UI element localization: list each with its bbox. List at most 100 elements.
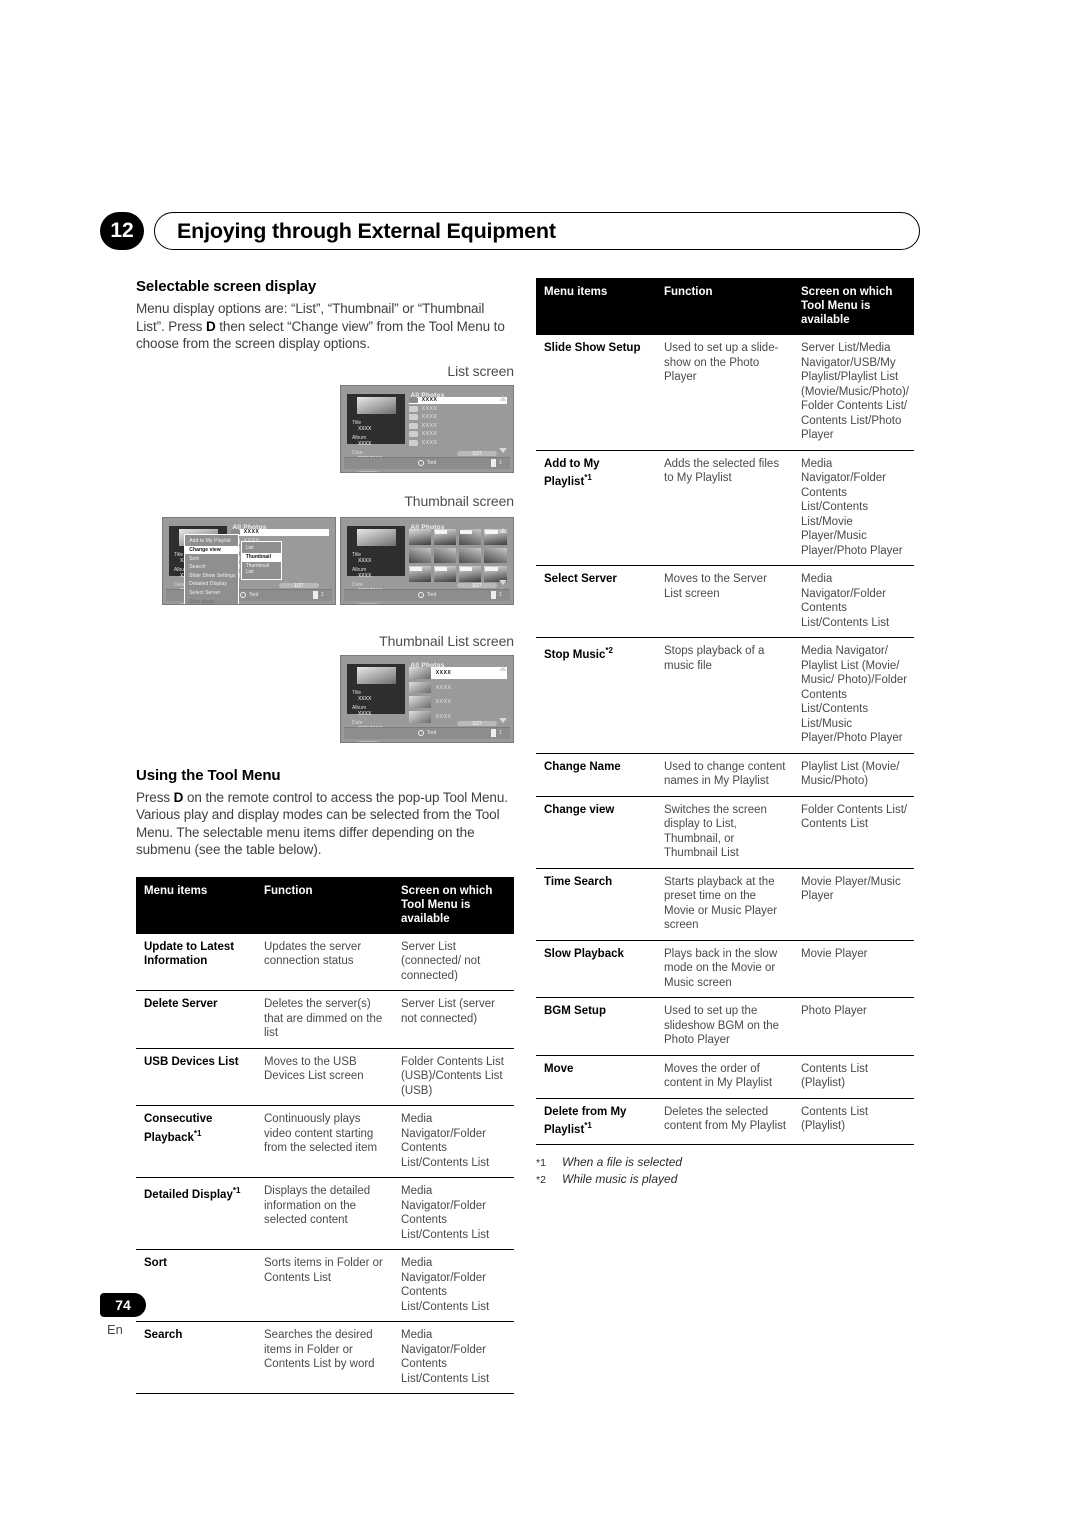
column-header-screen: Screen on which Tool Menu is available	[793, 278, 914, 335]
table-row: BGM Setup Used to set up the slideshow B…	[536, 997, 914, 1056]
column-header-function: Function	[256, 876, 393, 934]
thumbnail-screen-figure: Thumbnail screen All Photos Title XXXX A…	[136, 493, 514, 621]
mockup-info-panel-list: Title XXXX Album XXXX Date 2008/11/19 Se…	[347, 394, 406, 472]
list-screen-mockup: All Photos Title XXXX Album XXXX Date 20…	[340, 384, 514, 473]
mockup-thumbnail-grid	[408, 529, 507, 583]
meta-value-album: XXXX	[357, 441, 372, 448]
thumbnail-list-row-label: XXXX	[435, 670, 452, 677]
cell-menu-item: Slow Playback	[536, 940, 656, 998]
section-heading-using-the-tool-menu: Using the Tool Menu	[136, 766, 281, 784]
mockup-page-count: 1	[490, 459, 502, 468]
tool-menu-item-slide-show-settings[interactable]: Slide Show Settings	[185, 571, 238, 580]
cell-function: Plays back in the slow mode on the Movie…	[656, 940, 793, 998]
cell-screen: Contents List (Playlist)	[793, 1055, 914, 1099]
table-row: Update to Latest Information Updates the…	[136, 933, 514, 991]
thumbnail-caption-box	[460, 567, 473, 571]
scroll-down-arrow-icon	[498, 579, 507, 585]
cell-menu-item: Stop Music*2	[536, 637, 656, 754]
footnote-1-marker: *1	[536, 1157, 546, 1170]
mockup-page-count: 1	[490, 729, 502, 738]
folder-icon	[408, 431, 418, 438]
scroll-up-arrow-icon	[498, 665, 507, 671]
table-row: Select Server Moves to the Server List s…	[536, 565, 914, 638]
change-view-submenu[interactable]: List Thumbnail Thumbnail List	[240, 540, 283, 580]
mockup-tool-label: Tool	[426, 460, 437, 467]
mockup-page-indicator: 1/27	[456, 451, 497, 457]
mockup-tool-button: Tool	[417, 730, 437, 737]
column-header-function: Function	[656, 278, 793, 335]
tool-menu-item-change-view[interactable]: Change view	[185, 545, 239, 555]
table-header-row: Menu items Function Screen on which Tool…	[536, 278, 914, 335]
thumbnail-cell	[459, 547, 482, 564]
cell-menu-item: Change Name	[536, 753, 656, 797]
mockup-preview-thumbnail	[356, 529, 397, 547]
section-paragraph-using-the-tool-menu: Press D on the remote control to access …	[136, 789, 514, 859]
thumbnail-image	[408, 547, 431, 564]
folder-icon	[408, 414, 418, 421]
footnote-2-marker: *2	[536, 1174, 546, 1187]
cell-menu-item: Delete Server	[136, 990, 256, 1049]
folder-icon	[408, 439, 418, 446]
thumbnail-caption-box	[485, 530, 498, 534]
tool-button-icon	[417, 730, 424, 737]
left-column: Selectable screen display Menu display o…	[136, 278, 514, 1394]
thumbnail-cell	[484, 547, 507, 564]
tool-menu-table-left: Menu items Function Screen on which Tool…	[136, 876, 514, 1394]
mockup-tool-label: Tool	[426, 730, 437, 737]
cell-screen: Media Navigator/Folder Contents List/Con…	[393, 1321, 514, 1394]
cell-screen: Folder Contents List/ Contents List	[793, 796, 914, 869]
tool-menu-item-detailed-display[interactable]: Detailed Display	[185, 580, 238, 589]
cell-screen: Server List (connected/ not connected)	[393, 933, 514, 991]
thumbnail-cell	[408, 529, 431, 545]
thumbnail-caption-box	[460, 530, 473, 534]
tool-button-icon	[417, 592, 424, 599]
tool-menu-item-add-to-my-playlist[interactable]: Add to My Playlist	[185, 537, 238, 546]
thumbnail-list-row: XXXX	[408, 696, 507, 708]
footnote-1-text: When a file is selected	[562, 1155, 683, 1170]
thumbnail-cell	[433, 547, 457, 564]
footnotes-block: *1 When a file is selected *2 While musi…	[536, 1154, 914, 1188]
footnote-marker: *1	[193, 1128, 202, 1138]
mockup-footer-bar: Tool 1	[344, 727, 510, 739]
tool-menu-item-search[interactable]: Search	[185, 563, 238, 572]
paragraph-text-part2: on the remote control to access the pop-…	[136, 789, 508, 858]
mockup-preview-thumbnail	[356, 667, 397, 685]
cell-menu-item-label: Detailed Display	[144, 1188, 233, 1201]
cell-menu-item-label: Stop Music	[544, 648, 606, 661]
table-row: Detailed Display*1 Displays the detailed…	[136, 1177, 514, 1250]
cell-menu-item: Sort	[136, 1249, 256, 1322]
table-row: Add to My Playlist*1 Adds the selected f…	[536, 450, 914, 566]
mockup-page-count-label: 1	[498, 460, 502, 467]
cell-function: Continuously plays video content startin…	[256, 1105, 393, 1178]
mockup-tool-label: Tool	[248, 592, 259, 599]
thumbnail-cell	[408, 566, 431, 583]
cell-screen: Media Navigator/Folder Contents List/Con…	[393, 1177, 514, 1250]
remote-key-d: D	[205, 318, 216, 334]
mockup-list-item: XXXX	[408, 405, 507, 412]
submenu-item-list[interactable]: List	[242, 544, 282, 553]
tool-menu-item-stop-music: Stop Music	[189, 598, 215, 605]
tool-menu-item-sort[interactable]: Sort	[185, 554, 238, 563]
cell-function: Adds the selected files to My Playlist	[656, 450, 793, 566]
page-number: 74	[100, 1293, 146, 1317]
cell-function: Displays the detailed information on the…	[256, 1177, 393, 1250]
cell-menu-item: USB Devices List	[136, 1048, 256, 1106]
cell-function: Updates the server connection status	[256, 933, 393, 991]
meta-value-album: XXXX	[357, 711, 372, 718]
language-code: En	[107, 1322, 123, 1337]
book-icon	[490, 729, 496, 738]
table-row: Slow Playback Plays back in the slow mod…	[536, 940, 914, 998]
tool-menu-popup[interactable]: Add to My Playlist Change view Sort Sear…	[184, 534, 240, 605]
submenu-item-thumbnail-list[interactable]: Thumbnail List	[242, 562, 282, 577]
submenu-item-thumbnail[interactable]: Thumbnail	[241, 552, 282, 562]
scroll-up-arrow-icon	[498, 527, 507, 533]
thumbnail-list-row: XXXX	[408, 667, 507, 679]
cell-screen: Server List/Media Navigator/USB/My Playl…	[793, 335, 914, 451]
tool-menu-item-select-server[interactable]: Select Server	[185, 589, 238, 598]
cell-screen: Playlist List (Movie/ Music/Photo)	[793, 753, 914, 797]
mockup-list-item: XXXX	[408, 439, 507, 446]
thumbnail-cell	[433, 529, 457, 545]
meta-value-server: XXXXXX	[358, 603, 402, 604]
scroll-down-arrow-icon	[498, 447, 507, 453]
page-footer: 74 En	[100, 1293, 146, 1337]
